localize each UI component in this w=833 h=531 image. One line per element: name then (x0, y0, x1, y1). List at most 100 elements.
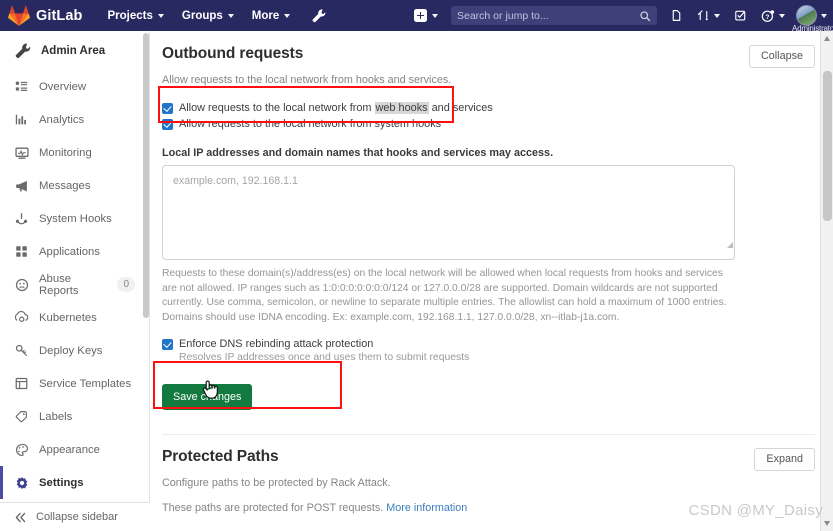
svg-text:?: ? (765, 13, 769, 20)
outbound-subtitle: Allow requests to the local network from… (162, 74, 452, 86)
chevron-down-icon (821, 13, 827, 18)
protected-paths-title: Protected Paths (162, 448, 279, 466)
sidebar-item-messages[interactable]: Messages (0, 169, 149, 202)
textarea-resize-handle[interactable] (727, 242, 733, 248)
allowlist-help-text: Requests to these domain(s)/address(es) … (162, 268, 727, 323)
sidebar-item-settings[interactable]: Settings (0, 466, 149, 499)
top-navigation-bar: GitLab Projects Groups More Search or ju… (0, 0, 833, 33)
label-part-after: and services (428, 102, 493, 114)
sidebar-item-service-templates[interactable]: Service Templates (0, 367, 149, 400)
sidebar-item-applications[interactable]: Applications (0, 235, 149, 268)
allowlist-field-group: Local IP addresses and domain names that… (162, 147, 815, 260)
nav-more[interactable]: More (243, 0, 299, 31)
user-menu-button[interactable]: Administrator (792, 0, 833, 33)
nav-projects-label: Projects (107, 9, 153, 22)
chart-icon (14, 112, 29, 127)
gitlab-tanuki-icon[interactable] (8, 5, 30, 26)
label-highlight: web hooks (374, 102, 429, 114)
main-content: Outbound requests Collapse Allow request… (150, 31, 833, 531)
plus-square-icon (414, 9, 427, 22)
megaphone-icon (14, 178, 29, 193)
more-information-link[interactable]: More information (386, 502, 467, 514)
sidebar-item-label: Service Templates (39, 377, 132, 390)
checkbox-row-system-hooks: Allow requests to the local network from… (162, 118, 815, 130)
chevron-down-icon (284, 13, 291, 18)
abuse-reports-badge: 0 (117, 277, 135, 292)
scrollbar-thumb[interactable] (823, 71, 832, 221)
help-nav-button[interactable]: ? (754, 0, 792, 31)
nav-projects[interactable]: Projects (99, 0, 173, 31)
overview-icon (14, 79, 29, 94)
sidebar-item-analytics[interactable]: Analytics (0, 103, 149, 136)
allow-webhooks-checkbox[interactable] (162, 103, 173, 114)
sidebar-item-labels[interactable]: Labels (0, 400, 149, 433)
sidebar-item-monitoring[interactable]: Monitoring (0, 136, 149, 169)
merge-requests-nav-button[interactable] (690, 0, 727, 31)
allow-system-hooks-checkbox[interactable] (162, 119, 173, 130)
enforce-dns-label: Enforce DNS rebinding attack protection (179, 338, 374, 351)
sidebar-item-label: Deploy Keys (39, 344, 103, 357)
save-changes-button[interactable]: Save changes (162, 384, 253, 411)
save-button-row: Save changes (162, 384, 815, 411)
protected-paths-subtitle: Configure paths to be protected by Rack … (162, 477, 391, 490)
todos-nav-button[interactable] (727, 0, 754, 31)
gear-icon (14, 475, 29, 490)
sidebar-item-abuse-reports[interactable]: Abuse Reports 0 (0, 268, 149, 301)
sidebar-item-kubernetes[interactable]: Kubernetes (0, 301, 149, 334)
sidebar-item-label: System Hooks (39, 212, 112, 225)
help-icon: ? (761, 9, 775, 22)
scroll-up-arrow-icon[interactable] (824, 36, 830, 41)
sidebar-item-overview[interactable]: Overview (0, 70, 149, 103)
search-icon (640, 10, 651, 21)
protected-paths-note: These paths are protected for POST reque… (162, 502, 815, 514)
page-title: Outbound requests (162, 45, 304, 62)
chevron-down-icon (157, 13, 164, 18)
nav-groups-label: Groups (181, 9, 223, 22)
admin-area-shortcut[interactable] (303, 0, 334, 31)
collapse-button[interactable]: Collapse (748, 45, 815, 68)
chevron-down-icon (432, 13, 438, 18)
sidebar-item-label: Kubernetes (39, 311, 97, 324)
todos-icon (735, 10, 746, 21)
allow-system-hooks-label: Allow requests to the local network from… (179, 118, 442, 130)
enforce-dns-note: Resolves IP addresses once and uses them… (179, 352, 470, 364)
sidebar-header-label: Admin Area (41, 44, 106, 57)
chevron-down-icon (779, 13, 785, 18)
gitlab-admin-page: GitLab Projects Groups More Search or ju… (0, 0, 833, 531)
sidebar-header[interactable]: Admin Area (0, 31, 149, 70)
issues-icon (672, 10, 681, 21)
abuse-report-icon (14, 277, 29, 292)
sidebar-item-deploy-keys[interactable]: Deploy Keys (0, 334, 149, 367)
issues-nav-button[interactable] (663, 0, 690, 31)
sidebar-item-label: Settings (39, 476, 84, 489)
protected-paths-header: Protected Paths Expand (162, 448, 815, 472)
sidebar-scrollbar[interactable] (143, 33, 149, 318)
sidebar-item-label: Appearance (39, 443, 100, 456)
chevron-down-icon (227, 13, 234, 18)
sidebar-item-appearance[interactable]: Appearance (0, 433, 149, 466)
protected-paths-expand-button[interactable]: Expand (754, 448, 815, 472)
appearance-icon (14, 442, 29, 457)
sidebar-item-system-hooks[interactable]: System Hooks (0, 202, 149, 235)
allow-webhooks-label: Allow requests to the local network from… (179, 102, 493, 114)
section-divider (162, 434, 815, 436)
nav-more-label: More (251, 9, 280, 22)
hook-icon (14, 211, 29, 226)
page-scrollbar[interactable] (820, 31, 833, 531)
wrench-icon (15, 43, 31, 59)
outbound-requests-header: Outbound requests Collapse (162, 45, 815, 68)
nav-groups[interactable]: Groups (173, 0, 243, 31)
scroll-down-arrow-icon[interactable] (824, 521, 830, 526)
search-input[interactable] (457, 9, 639, 22)
applications-icon (14, 244, 29, 259)
outbound-checkbox-group: Allow requests to the local network from… (162, 102, 815, 130)
search-box[interactable] (451, 6, 657, 25)
wrench-icon (312, 9, 326, 23)
new-item-button[interactable] (407, 0, 445, 31)
collapse-sidebar-button[interactable]: Collapse sidebar (0, 502, 150, 531)
checkbox-row-webhooks: Allow requests to the local network from… (162, 102, 815, 114)
sidebar-item-label: Analytics (39, 113, 85, 126)
enforce-dns-checkbox[interactable] (162, 339, 173, 351)
allowlist-textarea[interactable] (162, 165, 735, 260)
sidebar-item-label: Messages (39, 179, 91, 192)
